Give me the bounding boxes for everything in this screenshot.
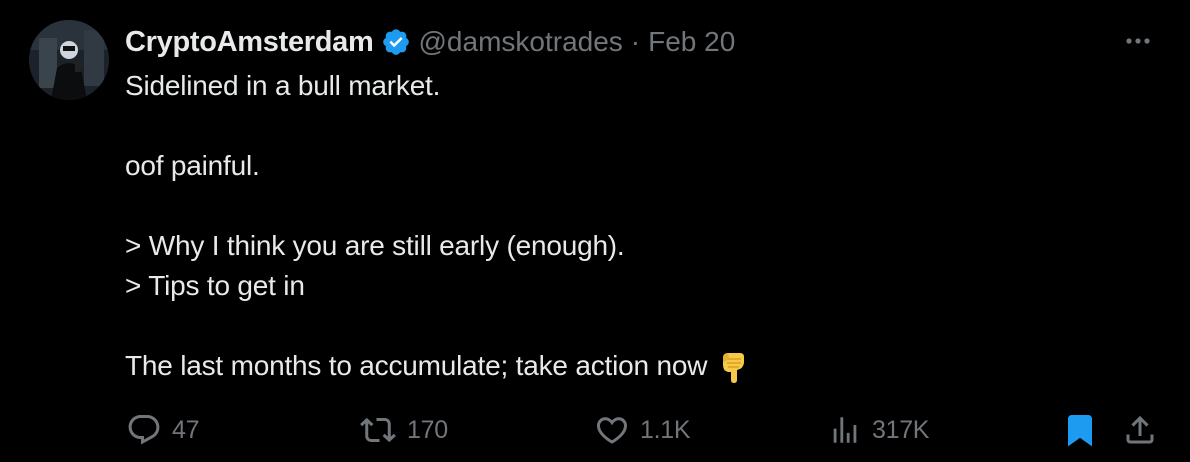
pointing-down-emoji-icon [719, 349, 749, 383]
views-button[interactable]: 317K [828, 408, 929, 452]
analytics-bars-icon [833, 417, 857, 443]
views-count: 317K [872, 415, 930, 444]
tweet-line: > Why I think you are still early (enoug… [125, 230, 625, 261]
bookmark-filled-icon [1068, 415, 1092, 447]
retweet-icon [360, 417, 396, 443]
tweet-line: > Tips to get in [125, 270, 305, 301]
heart-icon [596, 417, 628, 444]
like-button[interactable]: 1.1K [594, 408, 691, 452]
avatar-photo [29, 20, 109, 100]
user-handle[interactable]: @damskotrades [419, 26, 623, 58]
reply-icon [128, 415, 160, 445]
tweet-date[interactable]: Feb 20 [648, 26, 735, 58]
tweet-actions: 47 170 1.1K 317K [0, 408, 1190, 452]
reply-button[interactable]: 47 [126, 408, 200, 452]
bookmark-button[interactable] [1062, 408, 1098, 452]
tweet-line: oof painful. [125, 150, 260, 181]
tweet-header: CryptoAmsterdam @damskotrades · Feb 20 [125, 22, 735, 62]
share-button[interactable] [1122, 408, 1158, 452]
more-options-button[interactable] [1118, 26, 1158, 56]
display-name[interactable]: CryptoAmsterdam [125, 26, 374, 59]
more-dots-icon [1126, 38, 1150, 44]
avatar[interactable] [29, 20, 109, 100]
tweet-line: Sidelined in a bull market. [125, 70, 441, 101]
tweet[interactable]: CryptoAmsterdam @damskotrades · Feb 20 S… [0, 0, 1190, 462]
tweet-text: Sidelined in a bull market. oof painful.… [125, 66, 1145, 386]
retweet-button[interactable]: 170 [359, 408, 448, 452]
tweet-line-text: The last months to accumulate; take acti… [125, 350, 708, 381]
like-count: 1.1K [640, 415, 691, 444]
tweet-line-last: The last months to accumulate; take acti… [125, 346, 1145, 386]
verified-badge-icon[interactable] [381, 27, 411, 57]
separator-dot: · [630, 26, 641, 57]
reply-count: 47 [172, 415, 200, 444]
retweet-count: 170 [407, 415, 448, 444]
share-upload-icon [1126, 415, 1154, 444]
